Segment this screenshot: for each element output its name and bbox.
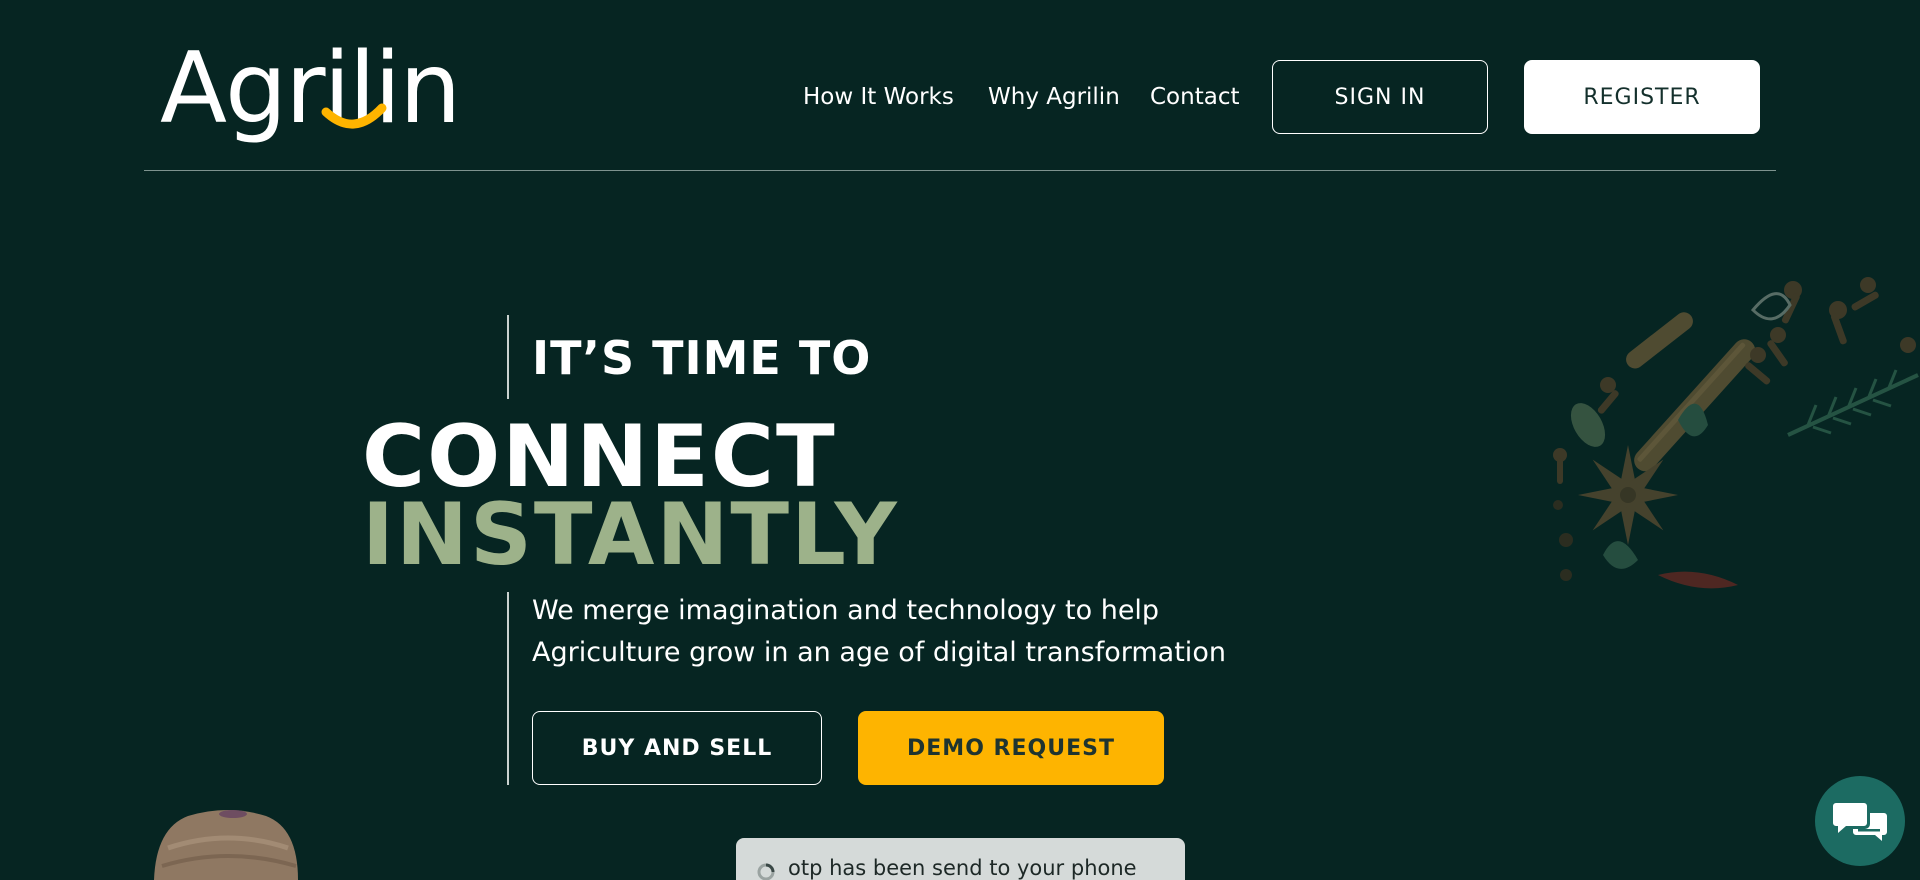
otp-toast: otp has been send to your phone	[736, 838, 1185, 880]
nav-link-how-it-works[interactable]: How It Works	[803, 60, 954, 134]
spices-illustration-icon	[1553, 277, 1919, 589]
header-divider	[144, 170, 1776, 171]
hero-headline-instantly: INSTANTLY	[362, 485, 899, 585]
register-button[interactable]: REGISTER	[1524, 60, 1760, 134]
nav-link-contact[interactable]: Contact	[1150, 60, 1239, 134]
chat-widget-button[interactable]	[1815, 776, 1905, 866]
hero-kicker: IT’S TIME TO	[532, 331, 872, 385]
sign-in-button[interactable]: SIGN IN	[1272, 60, 1488, 134]
hero-subtext: We merge imagination and technology to h…	[532, 595, 1226, 668]
buy-and-sell-button[interactable]: BUY AND SELL	[532, 711, 822, 785]
subtext-accent-line	[507, 592, 509, 785]
demo-request-button[interactable]: DEMO REQUEST	[858, 711, 1164, 785]
spinner-icon	[757, 863, 775, 880]
toast-message: otp has been send to your phone	[788, 856, 1137, 880]
farmer-photo-icon	[154, 810, 298, 880]
nav-link-why-agrilin[interactable]: Why Agrilin	[988, 60, 1120, 134]
chat-icon	[1833, 803, 1887, 841]
kicker-accent-line	[507, 315, 509, 399]
